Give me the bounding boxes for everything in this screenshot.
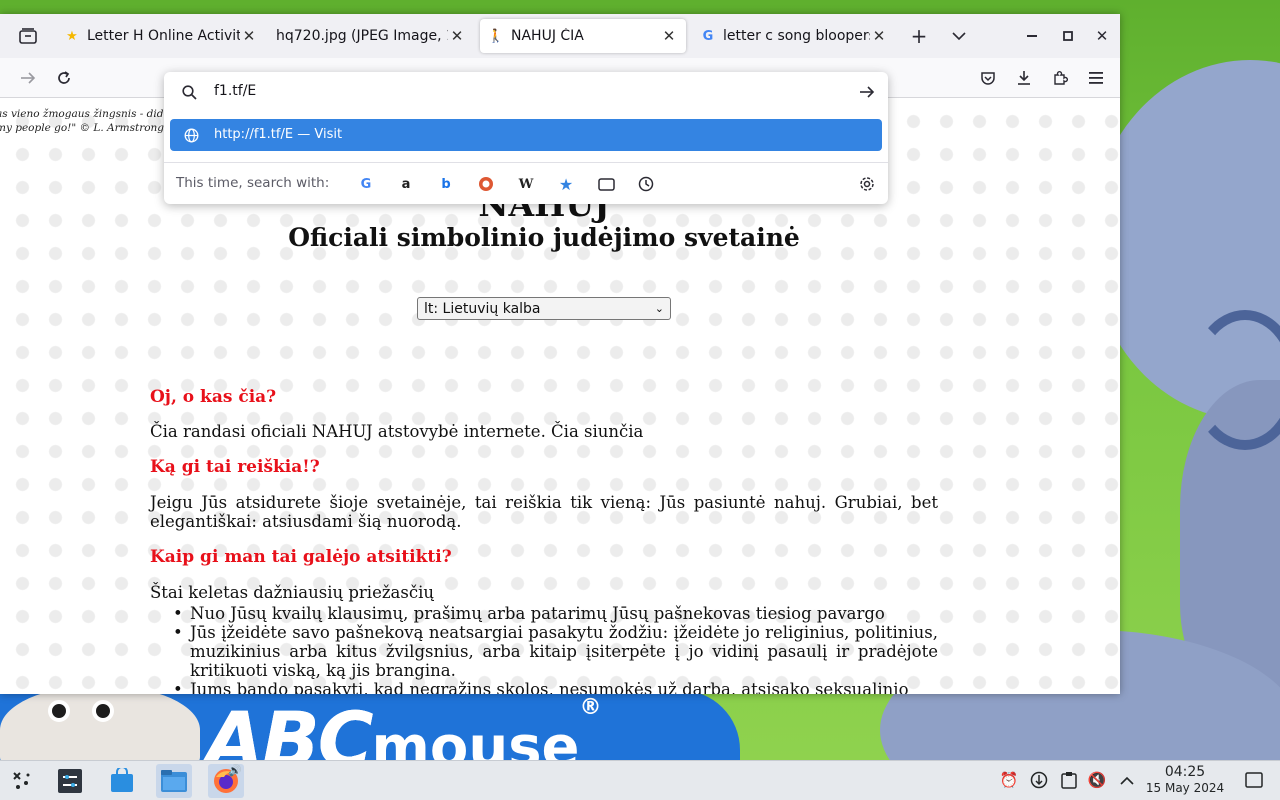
paragraph: Čia randasi oficiali NAHUJ atstovybė int…	[150, 422, 644, 441]
bing-engine-icon[interactable]: b	[436, 174, 456, 194]
url-input[interactable]: f1.tf/E	[214, 83, 256, 99]
tab-title: Letter H Online Activiti	[87, 28, 240, 44]
tab-letter-h[interactable]: ★ Letter H Online Activiti ✕	[56, 19, 266, 53]
alarm-notifications-icon[interactable]: ⏰	[998, 769, 1020, 791]
abcmouse-logo: ABCmouse®	[205, 695, 602, 760]
suggestion-text: http://f1.tf/E — Visit	[214, 127, 342, 142]
tab-title: letter c song bloopers	[723, 28, 870, 44]
suggestion-action: — Visit	[297, 127, 343, 142]
clock-time[interactable]: 04:25	[1148, 764, 1222, 780]
search-settings-gear-icon[interactable]	[857, 174, 877, 194]
tab-google-search[interactable]: G letter c song bloopers ✕	[692, 19, 896, 53]
reasons-list: Nuo Jūsų kvailų klausimų, prašimų arba p…	[150, 604, 938, 694]
app-menu-icon[interactable]	[1084, 66, 1108, 90]
language-select[interactable]: lt: Lietuvių kalba ⌄	[417, 297, 671, 320]
amazon-engine-icon[interactable]: a	[396, 174, 416, 194]
wikipedia-engine-icon[interactable]: W	[516, 174, 536, 194]
minimize-icon[interactable]	[1020, 24, 1044, 48]
firefox-window: ★ Letter H Online Activiti ✕ hq720.jpg (…	[0, 14, 1120, 694]
new-tab-icon[interactable]: +	[906, 24, 932, 48]
close-tab-icon[interactable]: ✕	[240, 27, 258, 45]
extensions-puzzle-icon[interactable]	[1048, 66, 1072, 90]
logo-mouse-text: mouse	[371, 715, 580, 760]
walker-favicon-icon: 🚶	[487, 28, 505, 44]
search-with-label: This time, search with:	[176, 175, 330, 191]
forward-icon[interactable]	[16, 66, 40, 90]
suggestion-url: http://f1.tf/E	[214, 127, 294, 142]
downloads-icon[interactable]	[1012, 66, 1036, 90]
tab-title: hq720.jpg (JPEG Image, 12	[276, 28, 448, 44]
tab-nahuj[interactable]: 🚶 NAHUJ ČIA ✕	[480, 19, 686, 53]
close-window-icon[interactable]: ✕	[1090, 24, 1114, 48]
mascot-eye	[48, 700, 70, 722]
paragraph: Štai keletas dažniausių priežasčių	[150, 583, 434, 602]
taskbar: 🔊 ⏰ 🔇 04:25 15 May 2024	[0, 760, 1280, 800]
update-manager-icon[interactable]	[1028, 769, 1050, 791]
application-launcher-icon[interactable]	[4, 764, 40, 798]
maximize-icon[interactable]	[1056, 24, 1080, 48]
paragraph: Jeigu Jūs atsidurete šioje svetainėje, t…	[150, 493, 938, 531]
discover-store-icon[interactable]	[104, 764, 140, 798]
close-tab-icon[interactable]: ✕	[660, 27, 678, 45]
armstrong-quote: as vieno žmogaus žingsnis - dide my peop…	[0, 108, 166, 134]
tab-title: NAHUJ ČIA	[511, 28, 584, 44]
tabs-icon[interactable]	[596, 174, 616, 194]
tab-bar: ★ Letter H Online Activiti ✕ hq720.jpg (…	[0, 14, 1120, 58]
one-off-search-row: This time, search with: G a b W ★	[164, 162, 888, 204]
clock-date[interactable]: 15 May 2024	[1140, 781, 1230, 795]
page-subtitle: Oficiali simbolinio judėjimo svetainė	[288, 223, 800, 252]
close-tab-icon[interactable]: ✕	[870, 27, 888, 45]
tab-hq720[interactable]: hq720.jpg (JPEG Image, 12 ✕	[268, 19, 474, 53]
list-item: Nuo Jūsų kvailų klausimų, prašimų arba p…	[150, 604, 938, 623]
firefox-taskbar-icon[interactable]: 🔊	[208, 764, 244, 798]
clipboard-icon[interactable]	[1058, 769, 1080, 791]
url-input-row[interactable]: f1.tf/E	[164, 72, 888, 112]
bookmarks-star-icon[interactable]: ★	[556, 174, 576, 194]
go-arrow-icon[interactable]	[856, 82, 878, 102]
volume-muted-icon[interactable]: 🔇	[1086, 769, 1108, 791]
duckduckgo-engine-icon[interactable]	[476, 174, 496, 194]
logo-registered-mark: ®	[579, 695, 602, 720]
address-bar-dropdown: f1.tf/E http://f1.tf/E — Visit This time…	[164, 72, 888, 204]
file-manager-icon[interactable]	[156, 764, 192, 798]
show-hidden-icons-chevron-icon[interactable]	[1116, 769, 1138, 791]
globe-icon	[182, 126, 200, 144]
search-icon	[178, 82, 200, 102]
pocket-icon[interactable]	[976, 66, 1000, 90]
mascot-eye	[92, 700, 114, 722]
url-suggestion-visit[interactable]: http://f1.tf/E — Visit	[170, 119, 882, 151]
firefox-view-icon[interactable]	[14, 24, 42, 48]
language-select-value: lt: Lietuvių kalba	[424, 300, 541, 317]
audio-playing-icon: 🔊	[228, 764, 242, 777]
star-favicon-icon: ★	[66, 28, 78, 44]
section-heading: Kaip gi man tai galėjo atsitikti?	[150, 547, 452, 567]
show-desktop-icon[interactable]	[1243, 769, 1265, 791]
google-favicon-icon: G	[702, 28, 714, 44]
close-tab-icon[interactable]: ✕	[448, 27, 466, 45]
list-tabs-chevron-icon[interactable]	[946, 24, 972, 48]
logo-abc-text: ABC	[205, 695, 374, 760]
history-clock-icon[interactable]	[636, 174, 656, 194]
reload-icon[interactable]	[52, 66, 76, 90]
section-heading: Ką gi tai reiškia!?	[150, 457, 320, 477]
google-engine-icon[interactable]: G	[356, 174, 376, 194]
section-heading: Oj, o kas čia?	[150, 387, 277, 407]
chevron-down-icon: ⌄	[654, 302, 664, 315]
list-item: Jūs įžeidėte savo pašnekovą neatsargiai …	[150, 623, 938, 680]
system-settings-icon[interactable]	[52, 764, 88, 798]
list-item: Jums bando pasakyti, kad negrąžins skolo…	[150, 680, 938, 694]
